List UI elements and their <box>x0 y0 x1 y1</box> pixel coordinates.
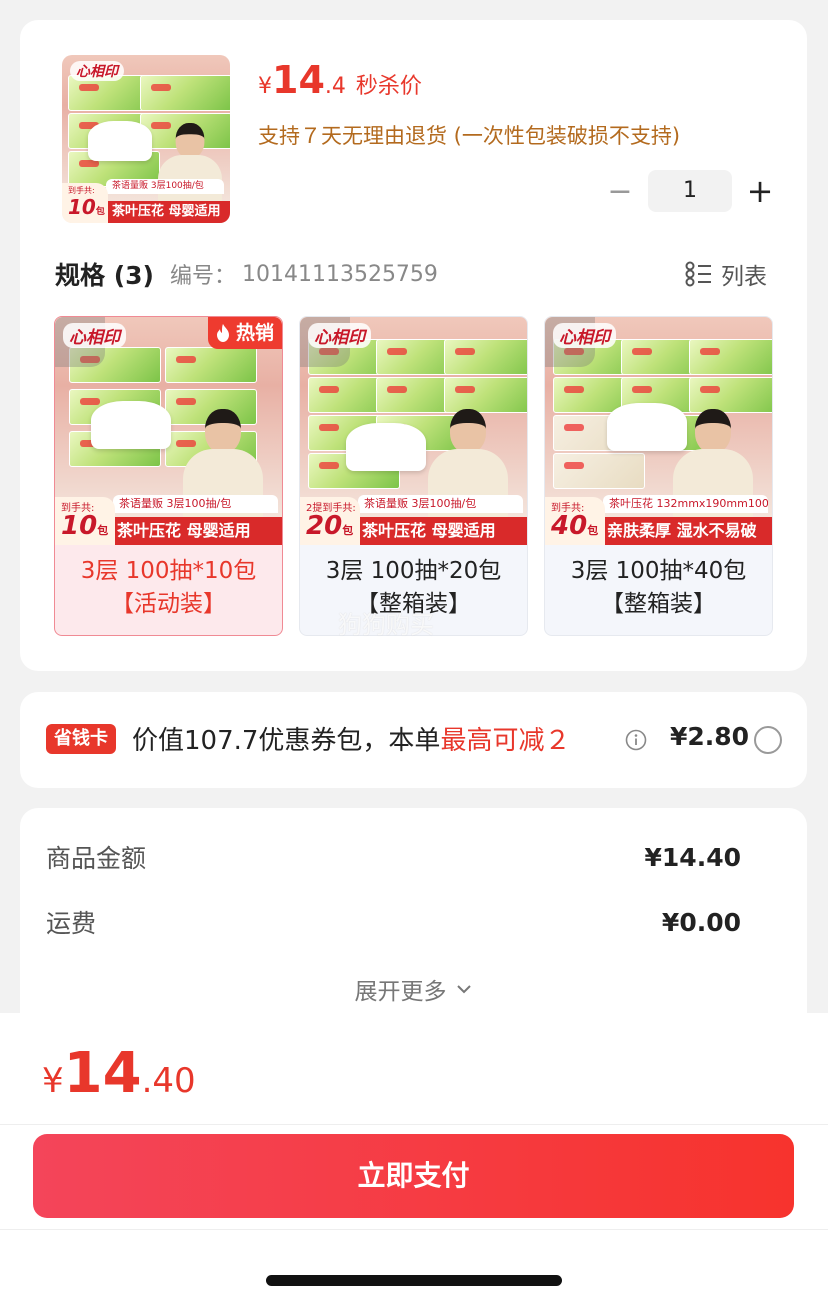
price-decimal: .4 <box>324 74 346 99</box>
list-view-toggle[interactable]: 列表 <box>685 257 767 291</box>
coupon-text-highlight: 最高可减２ <box>440 726 571 756</box>
image-band-top-text: 茶语量贩 3层100抽/包 <box>106 179 224 194</box>
image-band-bottom-text: 茶叶压花 母婴适用 <box>109 517 282 545</box>
shipping-row: 运费 ¥0.00 <box>46 904 741 940</box>
option-label-line1: 3层 100抽*10包 <box>80 558 257 584</box>
price-currency: ¥ <box>258 74 272 99</box>
qty-number: 10 <box>68 195 96 219</box>
quantity-stepper: − 1 + <box>600 170 780 212</box>
qty-number: 10 <box>61 511 98 541</box>
divider <box>0 1229 828 1230</box>
spec-title: 规格 (3) <box>55 261 154 290</box>
option-label-line2: 【整箱装】 <box>601 591 716 617</box>
qty-number: 20 <box>306 511 343 541</box>
price-summary-card: 商品金额 ¥14.40 运费 ¥0.00 展开更多 <box>20 808 807 1048</box>
savings-card-tag: 省钱卡 <box>46 724 116 754</box>
brand-logo: 心相印 <box>308 323 371 348</box>
chevron-down-icon <box>456 985 471 994</box>
qty-unit: 包 <box>97 524 109 537</box>
spec-code-label: 编号： <box>169 264 236 289</box>
shipping-value: ¥0.00 <box>661 907 741 937</box>
qty-unit: 包 <box>95 207 105 217</box>
total-currency: ¥ <box>42 1061 64 1101</box>
spec-option-40-pack[interactable]: 心相印 茶叶压花 132mmx190mm100抽 亲肤柔厚 湿水不易破 到手共:… <box>544 316 773 636</box>
list-toggle-label: 列表 <box>721 264 767 290</box>
expand-more-label: 展开更多 <box>354 979 447 1005</box>
return-policy-text: 支持７天无理由退货 (一次性包装破损不支持) <box>258 124 681 148</box>
total-price: ¥ 14 .40 <box>42 1041 196 1106</box>
shipping-label: 运费 <box>46 909 97 938</box>
list-icon <box>685 261 711 287</box>
option-label-line2: 【活动装】 <box>111 591 226 617</box>
option-label-line1: 3层 100抽*40包 <box>570 558 747 584</box>
hot-sale-badge: 热销 <box>207 317 282 349</box>
option-label-line2: 【整箱装】 <box>356 591 471 617</box>
goods-amount-value: ¥14.40 <box>644 842 741 872</box>
option-image: 心相印 茶语量贩 3层100抽/包 茶叶压花 母婴适用 到手共: 10包 <box>55 317 282 545</box>
price-integer: 14 <box>272 58 325 102</box>
spec-code: 10141113525759 <box>241 261 438 287</box>
product-main-image[interactable]: 心相印 茶语量贩 3层100抽/包 茶叶压花 母婴适用 到手共: 10包 <box>62 55 230 223</box>
info-icon[interactable] <box>625 729 647 751</box>
spec-option-20-pack[interactable]: 心相印 茶语量贩 3层100抽/包 茶叶压花 母婴适用 2提到手共: 20包 3… <box>299 316 528 636</box>
qty-unit: 包 <box>342 524 354 537</box>
coupon-radio[interactable] <box>754 726 782 754</box>
spec-option-10-pack[interactable]: 心相印 茶语量贩 3层100抽/包 茶叶压花 母婴适用 到手共: 10包 热销 … <box>54 316 283 636</box>
image-band-bottom-text: 茶叶压花 母婴适用 <box>354 517 527 545</box>
checkout-bar: ¥ 14 .40 立即支付 <box>0 1013 828 1304</box>
coupon-amount: ¥2.80 <box>670 722 750 751</box>
option-image: 心相印 茶语量贩 3层100抽/包 茶叶压花 母婴适用 2提到手共: 20包 <box>300 317 527 545</box>
spec-header: 规格 (3) 编号： 10141113525759 列表 <box>55 256 767 292</box>
total-decimal: .40 <box>141 1061 196 1101</box>
flash-sale-price: ¥ 14 .4 秒杀价 <box>258 58 422 102</box>
price-tag-label: 秒杀价 <box>355 74 422 99</box>
quantity-input[interactable]: 1 <box>648 170 732 212</box>
pay-now-button[interactable]: 立即支付 <box>33 1134 794 1218</box>
image-band-top-text: 茶语量贩 3层100抽/包 <box>358 495 523 513</box>
flame-icon <box>216 324 229 342</box>
coupon-card[interactable]: 省钱卡 价值107.7优惠券包，本单最高可减２ ¥2.80 <box>20 692 807 788</box>
home-indicator[interactable] <box>266 1275 562 1286</box>
brand-logo: 心相印 <box>553 323 616 348</box>
brand-logo: 心相印 <box>63 323 126 348</box>
image-band-top-text: 茶叶压花 132mmx190mm100抽 <box>603 495 768 513</box>
divider <box>0 1124 828 1125</box>
goods-amount-row: 商品金额 ¥14.40 <box>46 839 741 875</box>
option-label-line1: 3层 100抽*20包 <box>325 558 502 584</box>
coupon-text-prefix: 价值107.7优惠券包，本单 <box>132 726 441 756</box>
coupon-description: 价值107.7优惠券包，本单最高可减２ <box>132 720 570 757</box>
option-image: 心相印 茶叶压花 132mmx190mm100抽 亲肤柔厚 湿水不易破 到手共:… <box>545 317 772 545</box>
brand-logo: 心相印 <box>70 61 124 81</box>
product-card: 心相印 茶语量贩 3层100抽/包 茶叶压花 母婴适用 到手共: 10包 ¥ 1… <box>20 20 807 671</box>
image-band-bottom-text: 茶叶压花 母婴适用 <box>104 201 230 223</box>
expand-more-button[interactable]: 展开更多 <box>20 972 807 1006</box>
minus-icon[interactable]: − <box>600 174 640 209</box>
image-band-top-text: 茶语量贩 3层100抽/包 <box>113 495 278 513</box>
plus-icon[interactable]: + <box>740 172 780 210</box>
hot-badge-label: 热销 <box>235 322 274 344</box>
image-band-bottom-text: 亲肤柔厚 湿水不易破 <box>599 517 772 545</box>
goods-amount-label: 商品金额 <box>46 844 147 873</box>
total-integer: 14 <box>63 1041 142 1106</box>
qty-unit: 包 <box>587 524 599 537</box>
qty-number: 40 <box>551 511 588 541</box>
